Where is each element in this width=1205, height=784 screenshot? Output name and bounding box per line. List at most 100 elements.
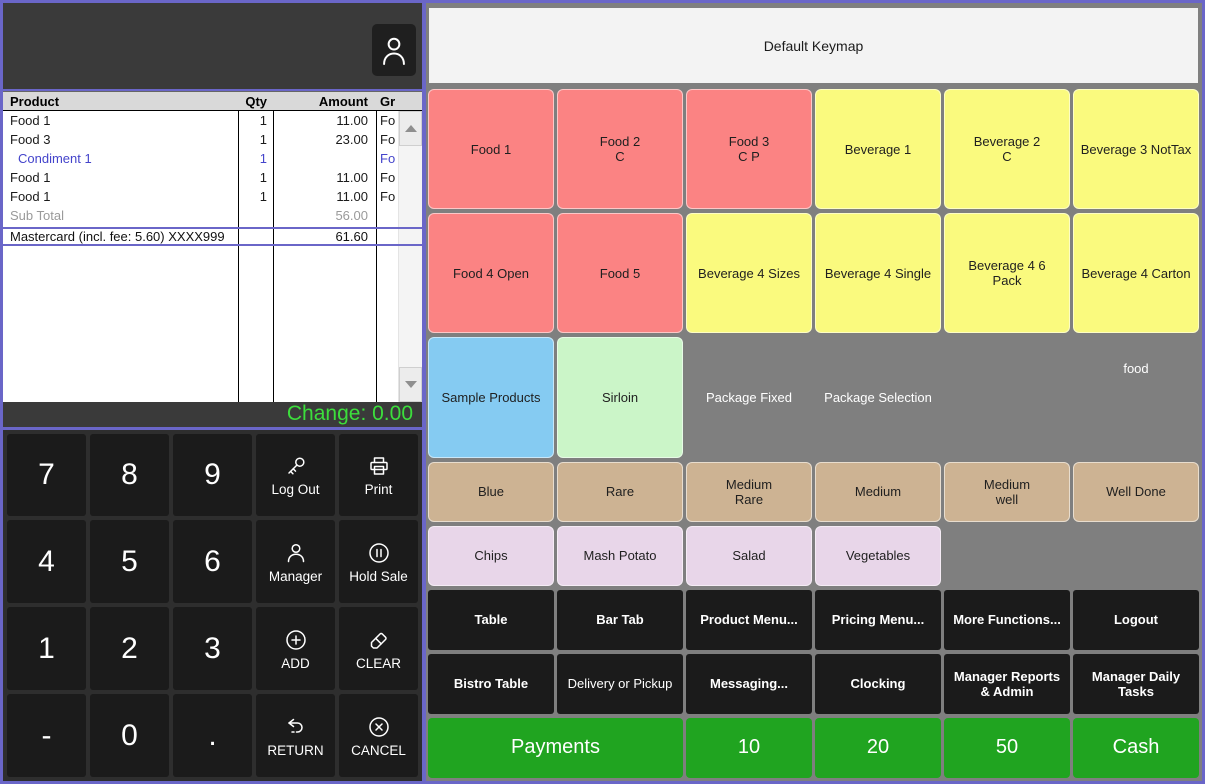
- keymap-button-more-functions[interactable]: More Functions...: [944, 590, 1070, 650]
- receipt-header: Product Qty Amount Gr: [3, 91, 422, 111]
- keymap-button-blue[interactable]: Blue: [428, 462, 554, 522]
- keymap-button-mash-potato[interactable]: Mash Potato: [557, 526, 683, 586]
- keymap-button-food-2-c[interactable]: Food 2 C: [557, 89, 683, 209]
- return-button[interactable]: RETURN: [256, 694, 335, 777]
- keymap-button-cash[interactable]: Cash: [1073, 718, 1199, 778]
- button-label: ADD: [281, 656, 310, 671]
- log-out-button[interactable]: Log Out: [256, 434, 335, 517]
- receipt-cell-product: Food 3: [3, 132, 238, 147]
- hold-sale-button[interactable]: Hold Sale: [339, 520, 418, 603]
- keymap-button-20[interactable]: 20: [815, 718, 941, 778]
- receipt-cell-gr: Fo: [376, 113, 402, 128]
- receipt-cell-amount: 11.00: [273, 113, 376, 128]
- column-header-gr: Gr: [376, 94, 402, 109]
- keymap-button-medium-well[interactable]: Medium well: [944, 462, 1070, 522]
- keymap-button-chips[interactable]: Chips: [428, 526, 554, 586]
- keymap-button-delivery-or-pickup[interactable]: Delivery or Pickup: [557, 654, 683, 714]
- receipt-cell-qty: 1: [238, 132, 273, 147]
- keymap-button-beverage-4-carton[interactable]: Beverage 4 Carton: [1073, 213, 1199, 333]
- keymap-button-beverage-2-c[interactable]: Beverage 2 C: [944, 89, 1070, 209]
- keymap-button-food-4-open[interactable]: Food 4 Open: [428, 213, 554, 333]
- keymap-button-salad[interactable]: Salad: [686, 526, 812, 586]
- keymap-button-food-5[interactable]: Food 5: [557, 213, 683, 333]
- receipt-row-food-3[interactable]: Food 3123.00Fo: [3, 130, 422, 149]
- receipt-row-food-1[interactable]: Food 1111.00Fo: [3, 187, 422, 206]
- scroll-down-button[interactable]: [399, 367, 422, 402]
- pos-window: Product Qty Amount Gr: [0, 0, 1205, 784]
- left-panel: Product Qty Amount Gr: [3, 3, 426, 781]
- receipt-row-sub-total[interactable]: Sub Total 56.00: [3, 206, 422, 225]
- keymap-button-table[interactable]: Table: [428, 590, 554, 650]
- receipt-rows: Food 1111.00FoFood 3123.00FoCondiment 11…: [3, 111, 422, 225]
- keymap-label-food: food: [1073, 337, 1199, 457]
- change-amount-label: Change: 0.00: [287, 402, 413, 426]
- keymap-button-50[interactable]: 50: [944, 718, 1070, 778]
- change-bar: Change: 0.00: [3, 402, 422, 427]
- receipt-cell-amount: 11.00: [273, 170, 376, 185]
- plus-circle-icon: [284, 627, 308, 653]
- numpad-key-4[interactable]: 4: [7, 520, 86, 603]
- numpad-key-minus[interactable]: -: [7, 694, 86, 777]
- keymap-button-well-done[interactable]: Well Done: [1073, 462, 1199, 522]
- receipt-row-food-1[interactable]: Food 1111.00Fo: [3, 168, 422, 187]
- receipt-cell-gr: Fo: [376, 189, 402, 204]
- numpad-key-5[interactable]: 5: [90, 520, 169, 603]
- receipt-cell-qty: 1: [238, 170, 273, 185]
- keymap-button-10[interactable]: 10: [686, 718, 812, 778]
- keymap-button-medium[interactable]: Medium: [815, 462, 941, 522]
- numpad-key-2[interactable]: 2: [90, 607, 169, 690]
- numpad-key-7[interactable]: 7: [7, 434, 86, 517]
- column-header-product: Product: [3, 94, 238, 109]
- keymap-button-manager-reports-admin[interactable]: Manager Reports & Admin: [944, 654, 1070, 714]
- keymap-button-bar-tab[interactable]: Bar Tab: [557, 590, 683, 650]
- receipt-cell-product: Sub Total: [3, 208, 238, 223]
- print-button[interactable]: Print: [339, 434, 418, 517]
- clear-button[interactable]: CLEAR: [339, 607, 418, 690]
- keymap-button-payments[interactable]: Payments: [428, 718, 683, 778]
- keymap-title: Default Keymap: [764, 38, 864, 54]
- keymap-button-pricing-menu[interactable]: Pricing Menu...: [815, 590, 941, 650]
- printer-icon: [367, 453, 391, 479]
- receipt-row-food-1[interactable]: Food 1111.00Fo: [3, 111, 422, 130]
- keymap-button-messaging[interactable]: Messaging...: [686, 654, 812, 714]
- keymap-button-package-fixed[interactable]: Package Fixed: [686, 337, 812, 457]
- keymap-button-beverage-3-nottax[interactable]: Beverage 3 NotTax: [1073, 89, 1199, 209]
- cancel-button[interactable]: CANCEL: [339, 694, 418, 777]
- keymap-button-medium-rare[interactable]: Medium Rare: [686, 462, 812, 522]
- keymap-button-beverage-4-single[interactable]: Beverage 4 Single: [815, 213, 941, 333]
- numpad-key-6[interactable]: 6: [173, 520, 252, 603]
- keymap-button-sirloin[interactable]: Sirloin: [557, 337, 683, 457]
- keymap-button-vegetables[interactable]: Vegetables: [815, 526, 941, 586]
- keymap-button-manager-daily-tasks[interactable]: Manager Daily Tasks: [1073, 654, 1199, 714]
- column-header-amount: Amount: [273, 94, 376, 109]
- button-label: Manager: [269, 569, 322, 584]
- numpad-key-0[interactable]: 0: [90, 694, 169, 777]
- receipt-cell-amount: 56.00: [273, 208, 376, 223]
- payment-description: Mastercard (incl. fee: 5.60) XXXX999: [3, 229, 238, 244]
- numpad-key-1[interactable]: 1: [7, 607, 86, 690]
- payment-row-selected[interactable]: Mastercard (incl. fee: 5.60) XXXX999 61.…: [3, 227, 422, 246]
- receipt-cell-product: Food 1: [3, 170, 238, 185]
- add-button[interactable]: ADD: [256, 607, 335, 690]
- keymap-panel: Default Keymap Food 1Food 2 CFood 3 C PB…: [426, 3, 1202, 781]
- numpad-key-9[interactable]: 9: [173, 434, 252, 517]
- keymap-button-food-1[interactable]: Food 1: [428, 89, 554, 209]
- keymap-button-bistro-table[interactable]: Bistro Table: [428, 654, 554, 714]
- receipt-row-condiment-1[interactable]: Condiment 11Fo: [3, 149, 422, 168]
- numpad-key-8[interactable]: 8: [90, 434, 169, 517]
- keymap-button-product-menu[interactable]: Product Menu...: [686, 590, 812, 650]
- numpad-key-3[interactable]: 3: [173, 607, 252, 690]
- keymap-button-clocking[interactable]: Clocking: [815, 654, 941, 714]
- keymap-button-beverage-4-sizes[interactable]: Beverage 4 Sizes: [686, 213, 812, 333]
- keymap-button-logout[interactable]: Logout: [1073, 590, 1199, 650]
- keymap-button-beverage-4-6-pack[interactable]: Beverage 4 6 Pack: [944, 213, 1070, 333]
- keymap-button-beverage-1[interactable]: Beverage 1: [815, 89, 941, 209]
- user-button[interactable]: [372, 24, 416, 76]
- keymap-button-sample-products[interactable]: Sample Products: [428, 337, 554, 457]
- keymap-button-rare[interactable]: Rare: [557, 462, 683, 522]
- numpad-key-dot[interactable]: .: [173, 694, 252, 777]
- keymap-button-package-selection[interactable]: Package Selection: [815, 337, 941, 457]
- keymap-button-food-3-c-p[interactable]: Food 3 C P: [686, 89, 812, 209]
- receipt-cell-product: Food 1: [3, 113, 238, 128]
- manager-button[interactable]: Manager: [256, 520, 335, 603]
